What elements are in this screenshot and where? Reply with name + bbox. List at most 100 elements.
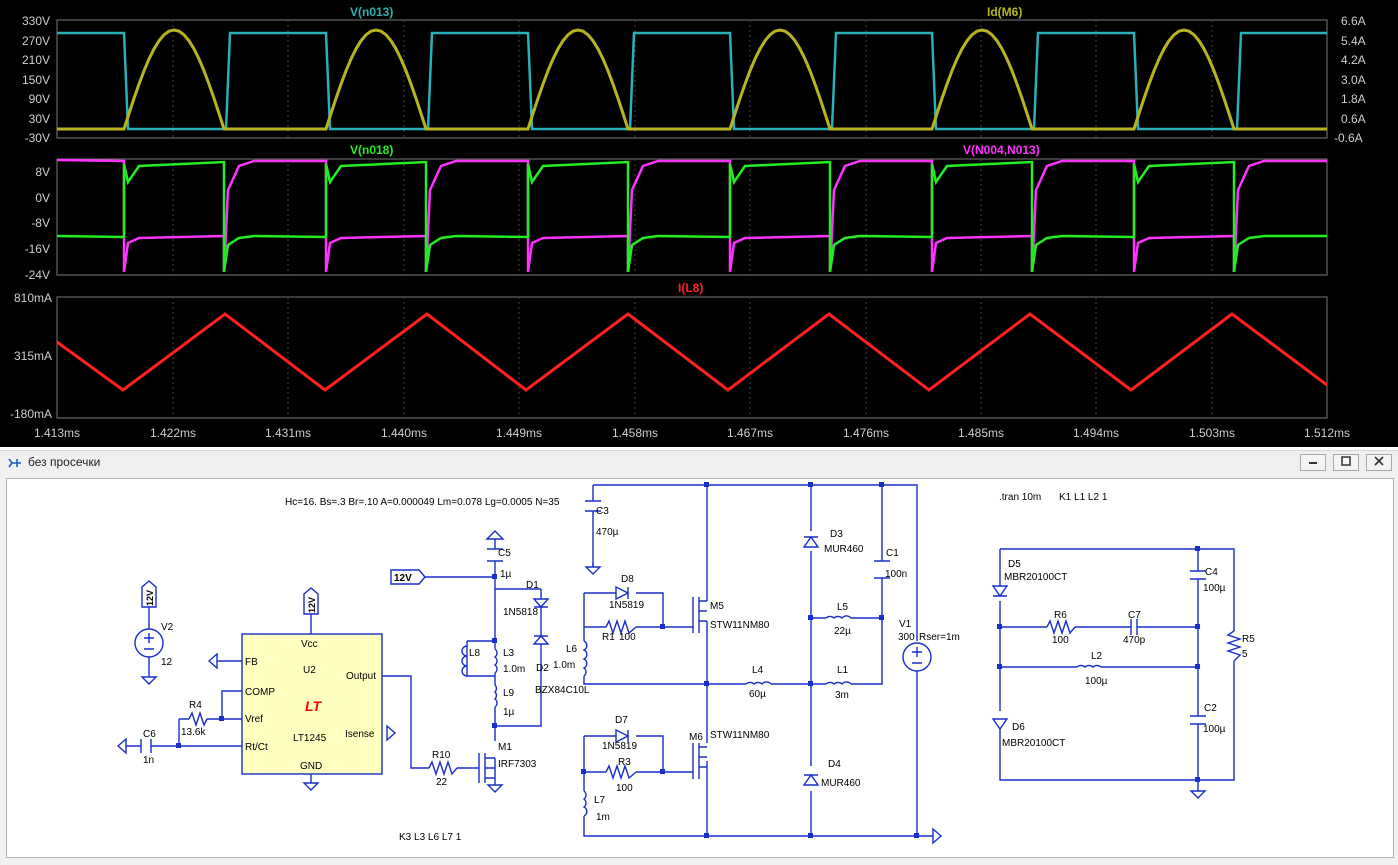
r1-value: 100 <box>619 632 636 643</box>
tick-label: -16V <box>25 242 50 256</box>
tick-label: 0V <box>35 191 50 205</box>
pane-2-traces <box>56 158 1327 273</box>
c3-value: 470µ <box>596 527 619 538</box>
maximize-icon <box>1341 456 1351 466</box>
x-tick-label: 1.476ms <box>843 426 889 440</box>
tick-label: 4.2A <box>1341 53 1366 67</box>
r6-value: 100 <box>1052 635 1069 646</box>
c7-value: 470p <box>1123 635 1146 646</box>
lt-logo: LT <box>305 698 323 714</box>
pane-3-frame <box>56 296 1328 419</box>
tick-label: -8V <box>31 216 50 230</box>
pane-1-left-axis: 330V 270V 210V 150V 90V 30V -30V <box>22 14 50 145</box>
tick-label: 150V <box>22 73 50 87</box>
r10-value: 22 <box>436 777 448 788</box>
v1-rser: Rser=1m <box>919 632 960 643</box>
pane-1-traces <box>57 28 1327 131</box>
r1-name: R1 <box>602 632 615 643</box>
pane-2-axis: 8V 0V -8V -16V -24V <box>25 165 50 282</box>
x-tick-label: 1.494ms <box>1073 426 1119 440</box>
d7-name: D7 <box>615 715 628 726</box>
v1-value: 300 <box>898 632 915 643</box>
schematic-canvas[interactable]: LT Vcc U2 FB COMP Vref Rt/Ct Output Isen… <box>6 478 1394 858</box>
window-title: без просечки <box>28 455 101 469</box>
label-i-l8[interactable]: I(L8) <box>678 281 703 295</box>
x-tick-label: 1.503ms <box>1189 426 1235 440</box>
close-button[interactable] <box>1366 454 1392 471</box>
r4-value: 13.6k <box>181 727 206 738</box>
x-tick-label: 1.431ms <box>265 426 311 440</box>
x-tick-label: 1.467ms <box>727 426 773 440</box>
pin-rtct: Rt/Ct <box>245 742 268 753</box>
l3-name: L3 <box>503 648 515 659</box>
tick-label: 1.8A <box>1341 92 1366 106</box>
schematic-window[interactable]: без просечки LT Vcc U2 FB COMP Vref Rt/C… <box>0 450 1398 865</box>
u2-part: LT1245 <box>293 733 327 744</box>
c4-value: 100µ <box>1203 583 1226 594</box>
x-tick-label: 1.413ms <box>34 426 80 440</box>
core-directive[interactable]: Hc=16. Bs=.3 Br=.10 A=0.000049 Lm=0.078 … <box>285 497 560 508</box>
c2-name: C2 <box>1204 703 1217 714</box>
l5-name: L5 <box>837 602 849 613</box>
close-icon <box>1374 456 1384 466</box>
tick-label: -30V <box>25 131 50 145</box>
d3-name: D3 <box>830 529 843 540</box>
pin-isense: Isense <box>345 729 375 740</box>
r5-name: R5 <box>1242 634 1255 645</box>
tick-label: 90V <box>29 92 50 106</box>
c1-value: 100n <box>885 569 907 580</box>
waveform-viewer[interactable]: V(n013) Id(M6) V(n018) V(N004,N013) I(L8… <box>0 0 1398 447</box>
c6-value: 1n <box>143 755 154 766</box>
trace-i-l8 <box>56 312 1328 392</box>
m5-part: STW11NM80 <box>710 620 770 631</box>
v1-name: V1 <box>899 619 912 630</box>
k1-directive[interactable]: K1 L1 L2 1 <box>1059 492 1108 503</box>
d8-name: D8 <box>621 574 634 585</box>
l6-value: 1.0m <box>553 660 575 671</box>
l3-value: 1.0m <box>503 664 525 675</box>
label-v-n018[interactable]: V(n018) <box>350 143 393 157</box>
r5-value: 5 <box>1242 649 1248 660</box>
tick-label: 270V <box>22 34 50 48</box>
r6-name: R6 <box>1054 610 1067 621</box>
tick-label: 210V <box>22 53 50 67</box>
schematic-svg[interactable]: LT Vcc U2 FB COMP Vref Rt/Ct Output Isen… <box>7 479 1393 857</box>
maximize-button[interactable] <box>1333 454 1359 471</box>
pin-gnd: GND <box>300 761 322 772</box>
tran-directive[interactable]: .tran 10m <box>999 492 1041 503</box>
minimize-button[interactable] <box>1300 454 1326 471</box>
c7-name: C7 <box>1128 610 1141 621</box>
r4-name: R4 <box>189 700 202 711</box>
tick-label: -180mA <box>10 407 52 421</box>
l9-name: L9 <box>503 688 515 699</box>
d4-name: D4 <box>828 759 841 770</box>
tick-label: 315mA <box>14 349 52 363</box>
tick-label: 6.6A <box>1341 14 1366 28</box>
label-id-m6[interactable]: Id(M6) <box>987 5 1022 19</box>
x-axis: 1.413ms 1.422ms 1.431ms 1.440ms 1.449ms … <box>34 426 1350 440</box>
pin-vref: Vref <box>245 714 263 725</box>
d6-name: D6 <box>1012 722 1025 733</box>
label-v-n013[interactable]: V(n013) <box>350 5 393 19</box>
x-tick-label: 1.458ms <box>612 426 658 440</box>
tick-label: 8V <box>35 165 50 179</box>
x-tick-label: 1.422ms <box>150 426 196 440</box>
label-v-n004-n013[interactable]: V(N004,N013) <box>963 143 1040 157</box>
r3-value: 100 <box>616 783 633 794</box>
c3-name: C3 <box>596 506 609 517</box>
waveform-svg[interactable]: V(n013) Id(M6) V(n018) V(N004,N013) I(L8… <box>0 0 1398 447</box>
l4-value: 60µ <box>749 689 766 700</box>
x-tick-label: 1.440ms <box>381 426 427 440</box>
m5-name: M5 <box>710 601 724 612</box>
k3-directive[interactable]: K3 L3 L6 L7 1 <box>399 832 462 843</box>
d2-name: D2 <box>536 663 549 674</box>
vcc-12v-flag: 12V <box>307 597 317 613</box>
window-titlebar[interactable]: без просечки <box>0 450 1398 475</box>
tick-label: 0.6A <box>1341 112 1366 126</box>
pin-vcc: Vcc <box>301 639 318 650</box>
l2-name: L2 <box>1091 651 1103 662</box>
m1-part: IRF7303 <box>498 759 537 770</box>
l1-value: 3m <box>835 690 849 701</box>
x-tick-label: 1.485ms <box>958 426 1004 440</box>
tick-label: 5.4A <box>1341 34 1366 48</box>
